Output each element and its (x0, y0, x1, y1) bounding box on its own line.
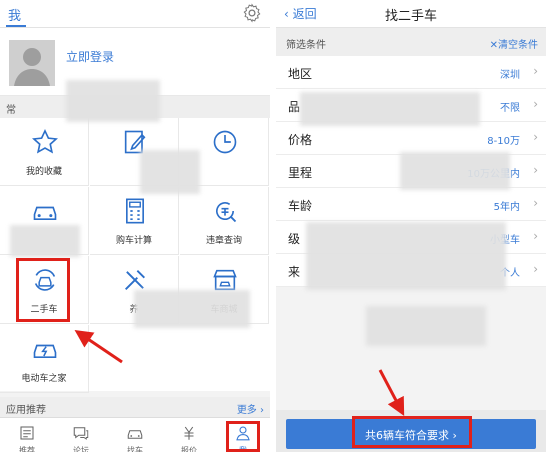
price-icon (184, 426, 194, 440)
clear-filters-button[interactable]: ✕清空条件 (490, 36, 538, 51)
news-icon (20, 426, 34, 440)
blurred-region (306, 222, 506, 290)
chevron-right-icon: › (533, 64, 538, 78)
title-underline (6, 25, 26, 27)
blurred-region (400, 152, 510, 190)
tab-recommend[interactable]: 推荐 (0, 418, 54, 452)
highlight-me-tab (226, 421, 260, 452)
highlight-results-button (352, 416, 472, 448)
filter-value: 深圳 (500, 70, 520, 81)
electric-car-icon (33, 344, 57, 358)
login-link[interactable]: 立即登录 (66, 48, 114, 65)
tab-forum[interactable]: 论坛 (54, 418, 108, 452)
avatar[interactable] (9, 40, 55, 86)
used-car-search-screen: ‹ 返回 找二手车 筛选条件 ✕清空条件 地区 深圳 › 品 不限 › 价格 8-10万 ›… (276, 0, 546, 452)
grid-item-car-calculator[interactable]: 购车计算 (90, 187, 179, 255)
filter-row-price[interactable]: 价格 8-10万 › (276, 122, 546, 155)
blurred-region (140, 150, 200, 194)
clock-icon (213, 130, 237, 154)
filter-key: 级 (288, 232, 301, 246)
tab-label: 推荐 (19, 446, 35, 452)
filter-value: 不限 (500, 103, 520, 114)
filter-key: 里程 (288, 166, 313, 180)
recommend-title: 应用推荐 (6, 405, 46, 416)
filter-key: 来 (288, 265, 301, 279)
clear-label: 清空条件 (498, 40, 538, 51)
blurred-region (10, 225, 80, 257)
tab-find-car[interactable]: 找车 (108, 418, 162, 452)
blurred-region (134, 290, 250, 328)
page-title: 我 (8, 9, 22, 24)
gear-icon[interactable] (242, 3, 262, 23)
grid-item-label: 我的收藏 (25, 167, 62, 177)
page-title: 找二手车 (384, 9, 437, 24)
violation-query-icon (216, 202, 237, 223)
star-icon (32, 128, 58, 154)
filter-key: 车龄 (288, 199, 313, 213)
filter-row-region[interactable]: 地区 深圳 › (276, 56, 546, 89)
filter-key: 价格 (288, 133, 313, 147)
filter-key: 品 (288, 100, 301, 114)
grid-item-label: 电动车之家 (21, 374, 67, 384)
grid-item-label: 购车计算 (115, 236, 152, 246)
filter-header-label: 筛选条件 (286, 40, 326, 51)
profile-screen: 我 立即登录 常 我的收藏 购车计算 违章查询 二手车 电动车之家 应用推荐 更… (0, 0, 270, 452)
chevron-right-icon: › (533, 262, 538, 276)
chevron-right-icon: › (533, 229, 538, 243)
find-car-icon (127, 430, 143, 439)
chevron-right-icon: › (533, 196, 538, 210)
grid-item-violation-query[interactable]: 违章查询 (180, 187, 269, 255)
grid-item-favorites[interactable]: 我的收藏 (0, 118, 89, 186)
calculator-icon (126, 198, 144, 224)
blurred-region (66, 80, 160, 122)
filter-key: 地区 (288, 67, 313, 81)
filter-header: 筛选条件 ✕清空条件 (276, 28, 546, 56)
more-link-label: 更多 (236, 405, 257, 416)
blurred-region (366, 306, 486, 346)
filter-value: 8-10万 (487, 136, 520, 147)
grid-item-electric-car[interactable]: 电动车之家 (0, 325, 89, 393)
section-label: 常 (6, 105, 16, 116)
chevron-right-icon: › (533, 97, 538, 111)
profile-header: 我 (0, 0, 270, 28)
avatar-silhouette-icon (14, 48, 50, 86)
tab-label: 论坛 (73, 446, 89, 452)
forum-icon (73, 427, 89, 440)
grid-item-label: 违章查询 (205, 236, 242, 246)
tab-price[interactable]: 报价 (162, 418, 216, 452)
more-link[interactable]: 更多 › (237, 401, 264, 416)
tab-label: 找车 (127, 446, 143, 452)
highlight-used-car (16, 258, 70, 322)
tab-label: 报价 (181, 446, 197, 452)
search-header: ‹ 返回 找二手车 (276, 0, 546, 28)
filter-row-age[interactable]: 车龄 5年内 › (276, 188, 546, 221)
chevron-right-icon: › (533, 163, 538, 177)
car-icon (33, 206, 57, 220)
app-recommend-bar: 应用推荐 更多 › (0, 397, 270, 417)
filter-value: 5年内 (493, 202, 520, 213)
blurred-region (300, 92, 480, 126)
chevron-right-icon: › (533, 130, 538, 144)
